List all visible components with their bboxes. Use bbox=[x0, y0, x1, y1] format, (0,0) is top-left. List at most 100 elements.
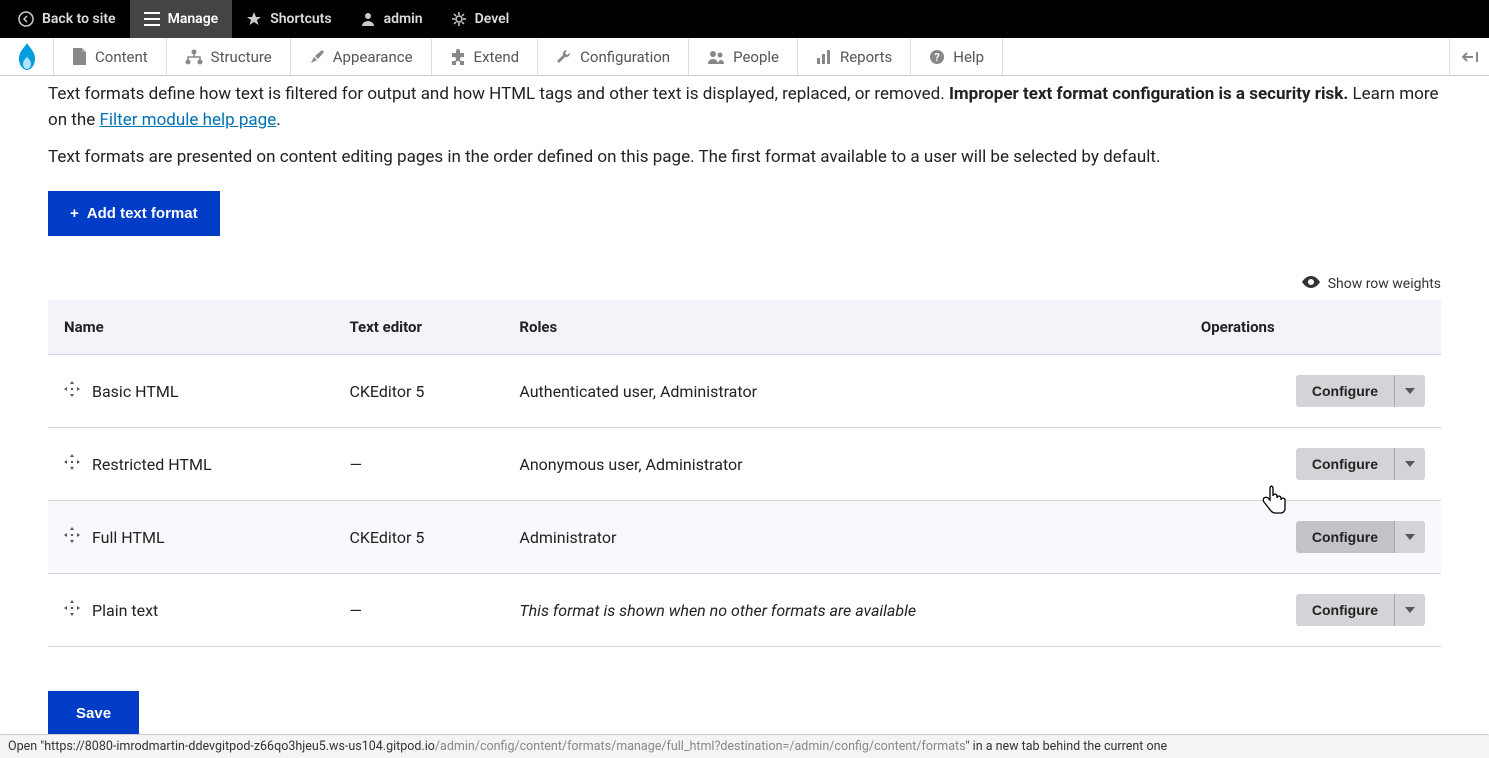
main-content: Text formats define how text is filtered… bbox=[0, 76, 1489, 756]
menu-reports-label: Reports bbox=[840, 48, 892, 66]
collapse-menu-button[interactable] bbox=[1449, 38, 1489, 75]
status-host: https://8080-imrodmartin-ddevgitpod-z66q… bbox=[44, 739, 435, 754]
menu-help-label: Help bbox=[953, 48, 984, 66]
bar-chart-icon bbox=[816, 49, 832, 65]
menu-appearance[interactable]: Appearance bbox=[291, 38, 432, 75]
status-pre: Open " bbox=[8, 739, 44, 754]
eye-icon bbox=[1302, 276, 1320, 292]
chevron-down-icon bbox=[1405, 607, 1415, 613]
svg-text:?: ? bbox=[935, 51, 941, 64]
col-roles: Roles bbox=[503, 300, 1185, 355]
drag-handle-icon[interactable] bbox=[64, 381, 80, 397]
table-row: Plain text —This format is shown when no … bbox=[48, 574, 1441, 647]
table-row: Basic HTML CKEditor 5Authenticated user, … bbox=[48, 355, 1441, 428]
format-name: Restricted HTML bbox=[92, 455, 212, 474]
col-ops: Operations bbox=[1185, 300, 1441, 355]
file-icon bbox=[72, 48, 87, 66]
operations-dropdown-toggle[interactable] bbox=[1394, 594, 1425, 626]
show-row-weights-toggle[interactable]: Show row weights bbox=[48, 276, 1441, 292]
save-button[interactable]: Save bbox=[48, 691, 139, 736]
format-roles: Administrator bbox=[503, 501, 1185, 574]
menu-structure[interactable]: Structure bbox=[167, 38, 291, 75]
back-to-site-button[interactable]: Back to site bbox=[4, 0, 130, 38]
format-name: Basic HTML bbox=[92, 382, 178, 401]
menu-structure-label: Structure bbox=[211, 48, 272, 66]
menu-content[interactable]: Content bbox=[54, 38, 167, 75]
format-name: Full HTML bbox=[92, 528, 165, 547]
configure-button[interactable]: Configure bbox=[1296, 448, 1394, 480]
format-editor: CKEditor 5 bbox=[333, 355, 503, 428]
people-icon bbox=[707, 49, 725, 65]
second-paragraph: Text formats are presented on content ed… bbox=[48, 147, 1441, 167]
menu-content-label: Content bbox=[95, 48, 148, 66]
chevron-down-icon bbox=[1405, 461, 1415, 467]
devel-label: Devel bbox=[475, 11, 510, 27]
menu-reports[interactable]: Reports bbox=[798, 38, 911, 75]
shortcuts-button[interactable]: Shortcuts bbox=[232, 0, 345, 38]
configure-button[interactable]: Configure bbox=[1296, 375, 1394, 407]
drag-handle-icon[interactable] bbox=[64, 600, 80, 616]
menu-extend-label: Extend bbox=[474, 48, 520, 66]
col-name: Name bbox=[48, 300, 333, 355]
chevron-down-icon bbox=[1405, 534, 1415, 540]
status-post: " in a new tab behind the current one bbox=[966, 739, 1168, 754]
star-icon bbox=[246, 11, 262, 27]
drupal-logo[interactable] bbox=[0, 38, 54, 75]
paintbrush-icon bbox=[309, 49, 325, 65]
format-editor: — bbox=[333, 428, 503, 501]
table-row: Restricted HTML —Anonymous user, Administ… bbox=[48, 428, 1441, 501]
add-text-format-label: Add text format bbox=[87, 205, 198, 222]
intro-part1: Text formats define how text is filtered… bbox=[48, 84, 949, 104]
back-to-site-label: Back to site bbox=[42, 11, 116, 27]
format-roles: Authenticated user, Administrator bbox=[503, 355, 1185, 428]
filter-help-link[interactable]: Filter module help page bbox=[99, 110, 276, 130]
gear-icon bbox=[451, 11, 467, 27]
menu-configuration-label: Configuration bbox=[580, 48, 670, 66]
operations-dropdown-toggle[interactable] bbox=[1394, 448, 1425, 480]
chevron-down-icon bbox=[1405, 388, 1415, 394]
hamburger-icon bbox=[144, 12, 160, 26]
admin-user-button[interactable]: admin bbox=[346, 0, 437, 38]
collapse-icon bbox=[1461, 50, 1479, 64]
admin-user-label: admin bbox=[384, 11, 423, 27]
toolbar-top: Back to site Manage Shortcuts admin Deve… bbox=[0, 0, 1489, 38]
intro-paragraph: Text formats define how text is filtered… bbox=[48, 82, 1441, 133]
format-editor: CKEditor 5 bbox=[333, 501, 503, 574]
menu-help[interactable]: ? Help bbox=[911, 38, 1003, 75]
devel-button[interactable]: Devel bbox=[437, 0, 524, 38]
table-row: Full HTML CKEditor 5Administrator Configur… bbox=[48, 501, 1441, 574]
format-roles: This format is shown when no other forma… bbox=[503, 574, 1185, 647]
drag-handle-icon[interactable] bbox=[64, 454, 80, 470]
user-icon bbox=[360, 11, 376, 27]
status-bar: Open "https://8080-imrodmartin-ddevgitpo… bbox=[0, 734, 1489, 758]
admin-menu: Content Structure Appearance Extend Conf… bbox=[0, 38, 1489, 76]
menu-extend[interactable]: Extend bbox=[432, 38, 539, 75]
configure-button[interactable]: Configure bbox=[1296, 521, 1394, 553]
back-arrow-icon bbox=[18, 11, 34, 27]
intro-strong: Improper text format configuration is a … bbox=[949, 84, 1348, 104]
drag-handle-icon[interactable] bbox=[64, 527, 80, 543]
manage-label: Manage bbox=[168, 11, 219, 27]
menu-appearance-label: Appearance bbox=[333, 48, 413, 66]
formats-table: Name Text editor Roles Operations Basic … bbox=[48, 300, 1441, 647]
intro-part3: . bbox=[276, 110, 280, 130]
menu-people-label: People bbox=[733, 48, 779, 66]
show-row-weights-label: Show row weights bbox=[1328, 276, 1441, 292]
configure-button[interactable]: Configure bbox=[1296, 594, 1394, 626]
menu-configuration[interactable]: Configuration bbox=[538, 38, 689, 75]
col-editor: Text editor bbox=[333, 300, 503, 355]
shortcuts-label: Shortcuts bbox=[270, 11, 331, 27]
operations-dropdown-toggle[interactable] bbox=[1394, 521, 1425, 553]
hierarchy-icon bbox=[185, 49, 203, 65]
format-name: Plain text bbox=[92, 601, 158, 620]
menu-people[interactable]: People bbox=[689, 38, 798, 75]
wrench-icon bbox=[556, 49, 572, 65]
puzzle-icon bbox=[450, 49, 466, 65]
format-editor: — bbox=[333, 574, 503, 647]
add-text-format-button[interactable]: Add text format bbox=[48, 191, 220, 236]
manage-button[interactable]: Manage bbox=[130, 0, 233, 38]
format-roles: Anonymous user, Administrator bbox=[503, 428, 1185, 501]
help-icon: ? bbox=[929, 49, 945, 65]
status-path: /admin/config/content/formats/manage/ful… bbox=[435, 739, 966, 754]
operations-dropdown-toggle[interactable] bbox=[1394, 375, 1425, 407]
